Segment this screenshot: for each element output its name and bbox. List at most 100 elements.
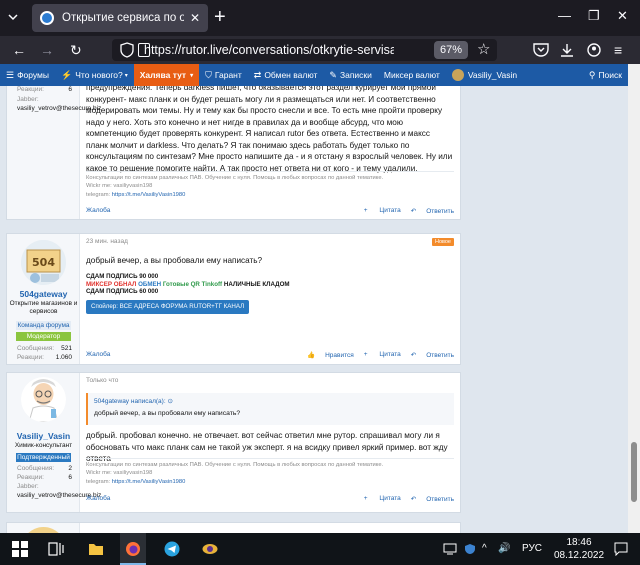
stat-row: Реакции: 1.060: [17, 353, 72, 361]
telegram-icon[interactable]: [164, 541, 180, 557]
back-icon[interactable]: ←: [12, 41, 26, 59]
reload-icon[interactable]: ↻: [70, 41, 82, 59]
nav-forums[interactable]: ☰ Форумы: [0, 64, 55, 86]
stat-row: Сообщения: 521: [17, 345, 72, 352]
quote-link[interactable]: + Цитата: [364, 207, 401, 217]
quote-link[interactable]: + Цитата: [364, 495, 401, 505]
message-actions: Жалоба 👍 Нравится + Цитата ↶ Ответить: [86, 351, 454, 361]
quote-body: добрый вечер, а вы пробовали ему написат…: [94, 410, 241, 417]
post-date[interactable]: Только что: [86, 377, 118, 384]
account-icon[interactable]: [587, 43, 601, 57]
report-link[interactable]: Жалоба: [86, 495, 110, 505]
shield-tray-icon[interactable]: [463, 543, 477, 555]
user-title: Химик-консультант: [14, 442, 73, 449]
zoom-level[interactable]: 67%: [434, 41, 468, 59]
thread-content: Реакции: 6 Jabber: vasiliy_vetrov@thesecu…: [0, 86, 628, 533]
message-text: добрый вечер, а вы пробовали ему написат…: [86, 256, 263, 265]
browser-tab[interactable]: Открытие сервиса по обучени ✕: [32, 4, 208, 32]
quote-link[interactable]: + Цитата: [364, 351, 401, 361]
nav-freebie[interactable]: Халява тут ▾: [133, 64, 200, 86]
reply-link[interactable]: ↶ Ответить: [411, 207, 454, 217]
user-sidebar: [7, 523, 80, 533]
username-link[interactable]: Vasiliy_Vasin: [7, 431, 80, 441]
telegram-link[interactable]: https://t.me/VasiliyVasin1980: [112, 479, 186, 485]
browser-nav-bar: ← → ↻ https://rutor.live/conversations/o…: [0, 36, 640, 64]
report-link[interactable]: Жалоба: [86, 351, 110, 361]
url-text[interactable]: https://rutor.live/conversations/otkryti…: [144, 43, 394, 57]
nav-notes[interactable]: ✎ Записки: [323, 64, 377, 86]
jabber-info: Jabber: vasiliy_vetrov@thesecure.biz: [17, 483, 102, 499]
clock[interactable]: 18:46 08.12.2022: [552, 536, 606, 562]
minimize-icon[interactable]: —: [558, 8, 571, 23]
message-text: предупреждения. Теперь darkless пишет, ч…: [86, 86, 453, 173]
quote-header[interactable]: 504gateway написал(а): ⊙: [88, 393, 454, 405]
firefox-icon[interactable]: [125, 541, 141, 557]
avatar-image: 504: [21, 240, 66, 285]
address-bar[interactable]: https://rutor.live/conversations/otkryti…: [112, 39, 497, 61]
jabber-info: Jabber: vasiliy_vetrov@thesecure.biz: [17, 96, 102, 112]
pocket-icon[interactable]: [533, 43, 549, 57]
message-post: Vasiliy_Vasin Химик-консультант Подтверж…: [6, 372, 461, 513]
downloads-icon[interactable]: [560, 43, 574, 57]
user-avatar: [451, 69, 464, 81]
user-stats: Реакции: 6: [17, 86, 72, 95]
signature: Консультации по синтезам различных ПАВ. …: [86, 171, 454, 199]
close-window-icon[interactable]: ✕: [617, 8, 628, 24]
reply-icon: ↶: [410, 496, 417, 503]
notifications-icon[interactable]: [614, 542, 628, 556]
tab-list-icon[interactable]: [8, 12, 18, 22]
message-main: предупреждения. Теперь darkless пишет, ч…: [86, 86, 454, 219]
forward-icon[interactable]: →: [40, 41, 54, 59]
nav-guarantor[interactable]: ⛉ Гарант: [199, 64, 248, 86]
stat-row: Сообщения: 2: [17, 465, 72, 472]
bookmark-star-icon[interactable]: ☆: [477, 40, 490, 58]
page-scrollbar[interactable]: [628, 64, 640, 533]
avatar[interactable]: 504: [21, 240, 66, 285]
username-link[interactable]: 504gateway: [7, 289, 80, 299]
reply-link[interactable]: ↶ Ответить: [411, 495, 454, 505]
post-date[interactable]: 23 мин. назад: [86, 238, 128, 245]
moderator-badge: Модератор: [16, 332, 71, 341]
tray-chevron-icon[interactable]: ^: [482, 543, 487, 554]
date: 08.12.2022: [553, 550, 605, 561]
nav-user[interactable]: Vasiliy_Vasin: [446, 64, 523, 86]
telegram-link[interactable]: https://t.me/VasiliyVasin1980: [112, 192, 186, 198]
plus-icon: +: [363, 207, 370, 214]
bolt-icon: ⚡: [61, 69, 73, 80]
restore-icon[interactable]: ❐: [588, 8, 600, 24]
user-title: Открытие магазинов и сервисов: [9, 300, 78, 315]
notes-icon: ✎: [329, 69, 337, 80]
site-nav: ☰ Форумы ⚡ Что нового? ▾ Халява тут ▾ ⛉ Гаран…: [0, 64, 628, 86]
reply-icon: ↶: [410, 352, 417, 359]
tracking-shield-icon[interactable]: [120, 42, 134, 58]
page-info-icon[interactable]: [138, 43, 150, 57]
site-favicon-icon: [40, 11, 54, 25]
like-link[interactable]: 👍 Нравится: [307, 351, 354, 361]
menu-icon[interactable]: ≡: [614, 41, 622, 59]
windows-start-icon[interactable]: [12, 541, 28, 557]
message-actions: Жалоба + Цитата ↶ Ответить: [86, 207, 454, 217]
verified-badge: Подтвержденный: [16, 453, 71, 462]
scrollbar-thumb[interactable]: [631, 442, 637, 502]
volume-icon[interactable]: 🔊: [498, 543, 510, 554]
nav-exchange[interactable]: ⇄ Обмен валют: [248, 64, 324, 86]
search-icon: ⚲: [588, 69, 596, 80]
app-eye-icon[interactable]: [202, 541, 218, 557]
spoiler-button[interactable]: Спойлер: ВСЕ АДРЕСА ФОРУМА RUTOR+ТГ КАНА…: [86, 300, 250, 314]
tab-title: Открытие сервиса по обучени: [62, 12, 184, 24]
avatar[interactable]: [21, 377, 66, 422]
task-view-icon[interactable]: [48, 541, 64, 557]
network-tray-icon[interactable]: [443, 543, 457, 555]
report-link[interactable]: Жалоба: [86, 207, 110, 217]
new-tab-icon[interactable]: +: [214, 6, 226, 28]
language-indicator[interactable]: РУС: [522, 543, 542, 554]
file-explorer-icon[interactable]: [88, 541, 104, 557]
stat-row: Реакции: 6: [17, 86, 72, 93]
close-tab-icon[interactable]: ✕: [190, 11, 200, 25]
message-post: 504 504gateway Открытие магазинов и серв…: [6, 233, 461, 365]
nav-mixer[interactable]: Миксер валют: [378, 64, 446, 86]
nav-search[interactable]: ⚲ Поиск: [583, 64, 628, 86]
reply-link[interactable]: ↶ Ответить: [411, 351, 454, 361]
nav-whats-new[interactable]: ⚡ Что нового? ▾: [55, 64, 134, 86]
plus-icon: +: [363, 495, 370, 502]
